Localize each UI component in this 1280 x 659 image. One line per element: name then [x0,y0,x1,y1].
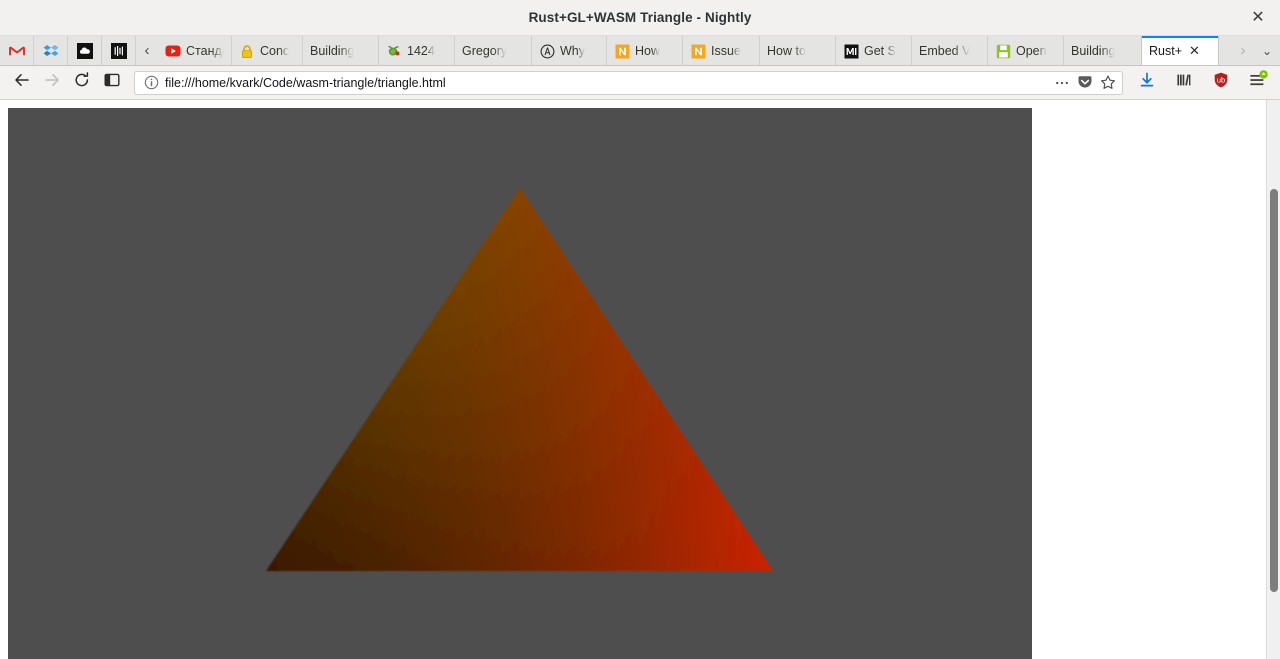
title-bar: Rust+GL+WASM Triangle - Nightly ✕ [0,0,1280,36]
toolbar-buttons: ub [1131,70,1272,96]
reload-icon [73,71,91,94]
url-input[interactable]: file:///home/kvark/Code/wasm-triangle/tr… [165,76,1048,90]
back-button[interactable] [8,70,36,96]
webgl-canvas[interactable] [8,108,1032,659]
circle-a-icon [539,43,555,59]
tab-label: Conc [260,44,290,58]
tab-bugzilla-1424[interactable]: 1424 [379,36,455,65]
pinned-tab-cloud[interactable] [68,36,102,65]
library-books-icon [1175,71,1193,94]
pinned-tab-gmail[interactable] [0,36,34,65]
tab-label: Building [310,44,355,58]
back-arrow-icon [13,71,31,94]
tab-label: Open [1016,44,1047,58]
cloud-icon [76,42,93,59]
sidebar-icon [103,71,121,94]
address-bar[interactable]: file:///home/kvark/Code/wasm-triangle/tr… [134,70,1123,95]
hamburger-menu-icon [1248,70,1268,95]
browser-window: Rust+GL+WASM Triangle - Nightly ✕ ‹ Стан… [0,0,1280,659]
tab-active-rust[interactable]: Rust+ ✕ [1141,36,1219,65]
pinned-tab-dropbox[interactable] [34,36,68,65]
address-bar-actions [1054,75,1116,91]
tab-why[interactable]: Why [532,36,607,65]
tab-label: Building [1071,44,1116,58]
notion-icon [614,43,630,59]
tab-label: Gregory [462,44,508,58]
tab-label: How [635,44,661,58]
svg-text:ub: ub [1217,76,1225,85]
tab-building-1[interactable]: Building [303,36,379,65]
tab-issue[interactable]: Issue [683,36,760,65]
medium-icon [843,43,859,59]
tab-open[interactable]: Open [988,36,1064,65]
tab-label: Embed V [919,44,971,58]
tab-youtube[interactable]: Стандарт [158,36,232,65]
youtube-icon [165,43,181,59]
web-page [0,100,1266,659]
tab-strip: ‹ Стандарт Conc [0,36,1280,66]
list-all-tabs-button[interactable]: ⌄ [1254,36,1280,65]
tab-how[interactable]: How [607,36,683,65]
scrollbar-thumb[interactable] [1270,189,1278,592]
downloads-button[interactable] [1133,70,1161,96]
lock-icon [239,43,255,59]
triangle-render [8,108,1032,659]
tab-building-2[interactable]: Building [1064,36,1142,65]
navigation-toolbar: file:///home/kvark/Code/wasm-triangle/tr… [0,66,1280,100]
tab-list: Стандарт Conc Building [158,36,1232,65]
pocket-icon[interactable] [1077,75,1093,91]
page-actions-icon[interactable] [1054,75,1070,91]
tab-embed-v[interactable]: Embed V [912,36,988,65]
bars-icon [110,42,127,59]
site-info-icon[interactable] [143,75,159,91]
tab-label: Get S [864,44,896,58]
tab-label: 1424 [407,44,435,58]
download-arrow-icon [1138,71,1156,94]
reload-button[interactable] [68,70,96,96]
tab-scroll-right-button[interactable]: › [1232,36,1254,65]
tab-get-s[interactable]: Get S [836,36,912,65]
forward-arrow-icon [43,71,61,94]
tab-gregory[interactable]: Gregory [455,36,532,65]
gmail-icon [8,43,25,59]
tab-label: How to [767,44,806,58]
tab-label: Issue [711,44,741,58]
tab-label: Стандарт [186,44,224,58]
page-scrollbar[interactable] [1266,100,1280,659]
library-button[interactable] [1170,70,1198,96]
forward-button[interactable] [38,70,66,96]
ublock-shield-icon: ub [1212,71,1230,94]
tab-how-to[interactable]: How to [760,36,836,65]
tab-close-button[interactable]: ✕ [1187,44,1202,59]
bugzilla-icon [386,43,402,59]
dropbox-icon [43,43,59,59]
window-close-button[interactable]: ✕ [1246,6,1270,30]
window-title: Rust+GL+WASM Triangle - Nightly [528,10,752,25]
pinned-tabs [0,36,136,65]
app-menu-button[interactable] [1244,70,1272,96]
pinned-tab-bars[interactable] [102,36,136,65]
content-area [0,100,1280,659]
bookmark-star-icon[interactable] [1100,75,1116,91]
save-icon [995,43,1011,59]
ublock-origin-button[interactable]: ub [1207,70,1235,96]
tab-label: Why [560,44,585,58]
sidebar-toggle-button[interactable] [98,70,126,96]
tab-label: Rust+ [1149,44,1183,58]
tab-conc[interactable]: Conc [232,36,303,65]
notion-icon [690,43,706,59]
tab-scroll-left-button[interactable]: ‹ [136,36,158,65]
